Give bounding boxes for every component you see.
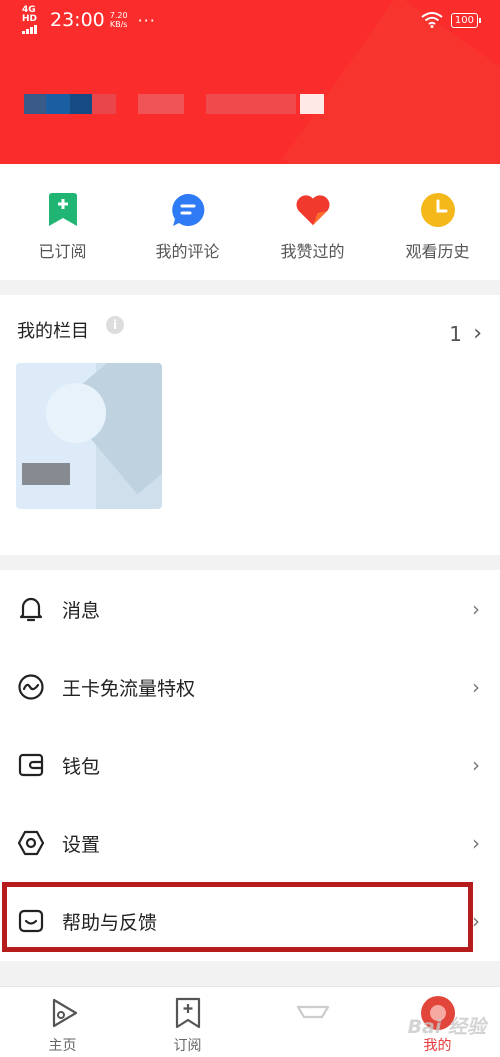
quick-action-label: 我赞过的 bbox=[280, 242, 345, 261]
feedback-icon bbox=[17, 907, 45, 935]
chevron-right-icon: › bbox=[472, 909, 480, 933]
menu-item-label: 消息 bbox=[62, 599, 101, 622]
quick-action-watch-history[interactable]: 观看历史 bbox=[375, 164, 500, 280]
quick-action-subscribed[interactable]: 已订阅 bbox=[0, 164, 125, 280]
column-thumbnail[interactable] bbox=[16, 363, 162, 509]
bell-icon bbox=[17, 595, 45, 623]
chevron-right-icon: › bbox=[472, 753, 480, 777]
chevron-right-icon: › bbox=[472, 831, 480, 855]
wifi-icon bbox=[421, 12, 443, 28]
menu-item-label: 钱包 bbox=[62, 755, 101, 778]
nav-label: 主页 bbox=[48, 1038, 77, 1054]
network-type: 4G HD bbox=[22, 5, 38, 24]
speed-unit: KB/s bbox=[109, 20, 128, 29]
quick-action-label: 观看历史 bbox=[405, 242, 470, 261]
redacted-column-name bbox=[22, 463, 70, 485]
menu-item-label: 王卡免流量特权 bbox=[62, 677, 196, 700]
signal-indicator: 4G HD bbox=[22, 6, 46, 34]
chevron-right-icon[interactable]: › bbox=[473, 321, 482, 346]
info-icon[interactable]: i bbox=[106, 316, 124, 334]
wallet-icon bbox=[17, 751, 45, 779]
bookmark-plus-icon bbox=[45, 192, 81, 228]
watermark: Bai 经验 bbox=[407, 1016, 486, 1038]
chevron-right-icon: › bbox=[472, 675, 480, 699]
play-home-icon bbox=[45, 995, 81, 1031]
heart-icon bbox=[295, 192, 331, 228]
quick-action-label: 我的评论 bbox=[155, 242, 220, 261]
settings-menu: 消息 › 王卡免流量特权 › 钱包 › 设置 › 帮助与反馈 › bbox=[0, 570, 500, 961]
my-columns-title: 我的栏目 bbox=[17, 321, 89, 342]
menu-item-wallet[interactable]: 钱包 › bbox=[0, 726, 500, 804]
quick-action-liked[interactable]: 我赞过的 bbox=[250, 164, 375, 280]
wave-circle-icon bbox=[17, 673, 45, 701]
quick-actions: 已订阅 我的评论 我赞过的 观看历史 bbox=[0, 164, 500, 280]
my-columns-count[interactable]: 1 bbox=[449, 322, 462, 346]
chevron-right-icon: › bbox=[472, 597, 480, 621]
menu-item-label: 设置 bbox=[62, 833, 101, 856]
network-speed: 7.20 KB/s bbox=[110, 11, 128, 29]
quick-action-label: 已订阅 bbox=[38, 242, 87, 261]
nav-label: 订阅 bbox=[173, 1038, 202, 1054]
nav-tab-center[interactable] bbox=[250, 987, 375, 1057]
battery-indicator: 100 bbox=[450, 12, 482, 28]
menu-item-label: 帮助与反馈 bbox=[62, 911, 158, 934]
profile-header: 4G HD 23:00 7.20 KB/s ··· 100 bbox=[0, 0, 500, 164]
menu-item-help-feedback[interactable]: 帮助与反馈 › bbox=[0, 882, 500, 960]
speed-value: 7.20 bbox=[109, 11, 128, 20]
signal-bars-icon bbox=[22, 24, 46, 34]
menu-item-messages[interactable]: 消息 › bbox=[0, 570, 500, 648]
nav-tab-subscribe[interactable]: 订阅 bbox=[125, 987, 250, 1057]
clock-time: 23:00 bbox=[50, 9, 105, 31]
my-columns-section: 我的栏目 i 1 › bbox=[0, 295, 500, 555]
menu-item-settings[interactable]: 设置 › bbox=[0, 804, 500, 882]
quick-action-my-comments[interactable]: 我的评论 bbox=[125, 164, 250, 280]
menu-item-king-card-data[interactable]: 王卡免流量特权 › bbox=[0, 648, 500, 726]
bookmark-plus-icon bbox=[170, 995, 206, 1031]
center-icon bbox=[295, 995, 331, 1031]
status-bar: 4G HD 23:00 7.20 KB/s ··· 100 bbox=[0, 0, 500, 40]
nav-tab-home[interactable]: 主页 bbox=[0, 987, 125, 1057]
more-notifications-icon: ··· bbox=[137, 10, 156, 30]
gear-hexagon-icon bbox=[17, 829, 45, 857]
clock-icon bbox=[420, 192, 456, 228]
comment-bubble-icon bbox=[170, 192, 206, 228]
